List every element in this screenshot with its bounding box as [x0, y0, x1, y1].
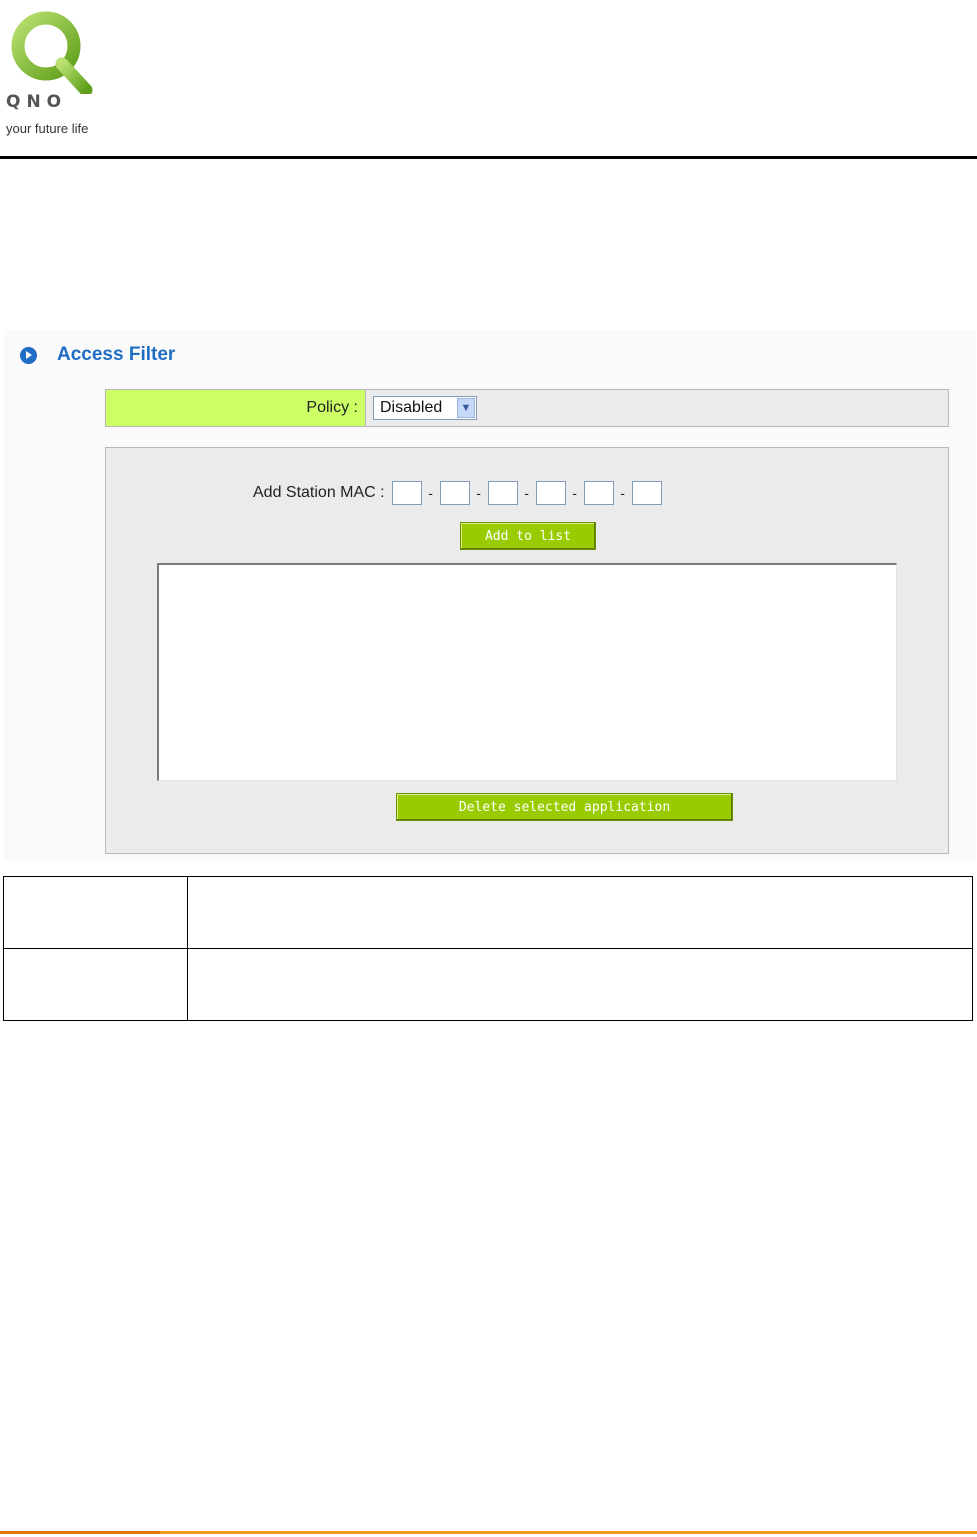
mac-separator: -	[428, 485, 433, 501]
brand-wordmark: QNO	[6, 92, 68, 112]
chevron-down-icon[interactable]: ▼	[457, 398, 475, 418]
table-cell-description	[187, 876, 973, 949]
qno-logo: QNO your future life	[6, 4, 118, 138]
policy-select-cell: Disabled ▼	[366, 390, 477, 426]
mac-separator: -	[572, 485, 577, 501]
mac-octet-1-input[interactable]	[391, 481, 422, 505]
header-divider	[0, 156, 977, 159]
policy-select[interactable]: Disabled ▼	[373, 396, 477, 420]
brand-tagline: your future life	[6, 121, 89, 136]
mac-octet-5-input[interactable]	[583, 481, 614, 505]
section-heading: Access Filter	[20, 340, 175, 370]
table-cell-term	[3, 876, 188, 949]
qno-ring-icon	[11, 11, 93, 94]
mac-filter-panel: Add Station MAC : - - - - - Add to list …	[105, 447, 949, 854]
mac-separator: -	[524, 485, 529, 501]
footer-divider	[0, 1531, 977, 1534]
table-cell-description	[187, 948, 973, 1021]
table-row	[3, 876, 973, 949]
mac-octet-3-input[interactable]	[487, 481, 518, 505]
policy-row: Policy : Disabled ▼	[105, 389, 949, 427]
mac-separator: -	[620, 485, 625, 501]
table-cell-term	[3, 948, 188, 1021]
mac-octet-6-input[interactable]	[631, 481, 662, 505]
arrow-bullet-icon	[20, 346, 37, 364]
delete-selected-button[interactable]: Delete selected application	[396, 793, 733, 821]
mac-input-row: Add Station MAC : - - - - -	[253, 481, 662, 505]
policy-select-value: Disabled	[380, 399, 443, 416]
mac-octet-4-input[interactable]	[535, 481, 566, 505]
description-table	[3, 876, 973, 1021]
mac-label: Add Station MAC :	[253, 484, 385, 501]
policy-label: Policy :	[106, 390, 366, 426]
section-title: Access Filter	[57, 344, 176, 365]
add-to-list-button[interactable]: Add to list	[460, 522, 596, 550]
table-row	[3, 948, 973, 1021]
mac-list-box[interactable]	[157, 563, 897, 781]
mac-separator: -	[476, 485, 481, 501]
mac-octet-2-input[interactable]	[439, 481, 470, 505]
